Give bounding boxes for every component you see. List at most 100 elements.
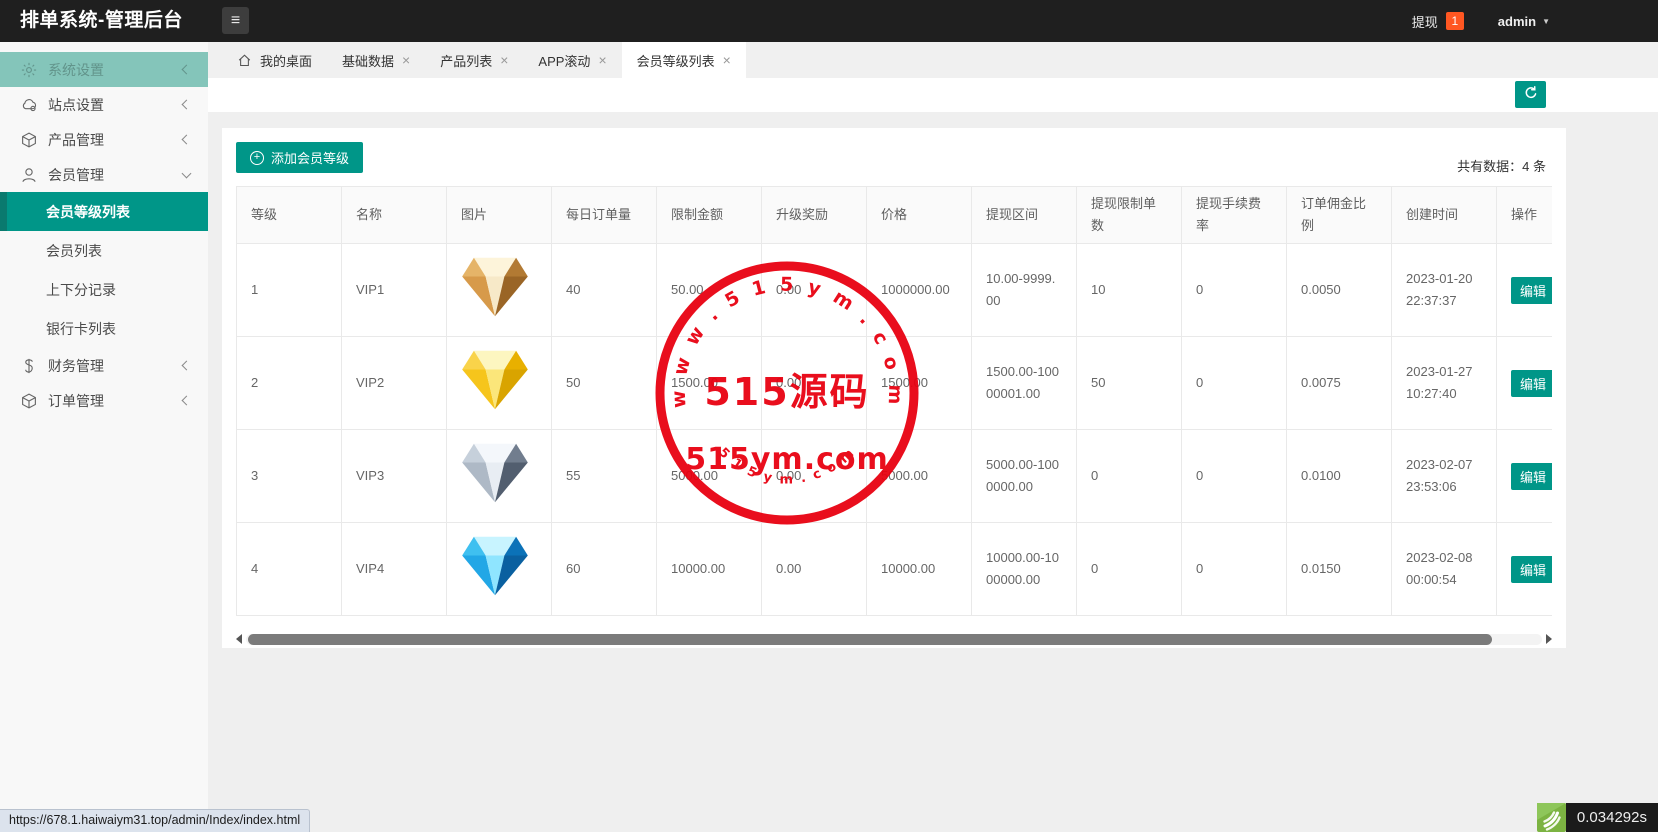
main-area: 我的桌面 基础数据 × 产品列表 × APP滚动 × 会员等级列表 × + 添加会员等级 共有数… <box>208 42 1658 832</box>
table-cell: 1500.00 <box>866 336 972 431</box>
table-cell: VIP1 <box>341 243 447 338</box>
edit-button[interactable]: 编辑 <box>1511 369 1552 397</box>
column-header: 每日订单量 <box>551 186 657 245</box>
tab-my-desktop[interactable]: 我的桌面 <box>222 42 327 78</box>
site-icon <box>20 96 38 114</box>
actions-cell: 编辑 <box>1496 243 1552 338</box>
table-cell: 0 <box>1076 522 1182 617</box>
table-cell: 0.00 <box>761 336 867 431</box>
refresh-icon <box>1523 85 1539 104</box>
add-level-button[interactable]: + 添加会员等级 <box>236 142 364 173</box>
sidebar-item-finance-management[interactable]: 财务管理 <box>0 348 208 383</box>
sidebar-item-product-management[interactable]: 产品管理 <box>0 122 208 157</box>
edit-button[interactable]: 编辑 <box>1511 276 1552 304</box>
sidebar-subitem-member-list[interactable]: 会员列表 <box>0 231 208 270</box>
chevron-left-icon <box>181 99 192 110</box>
edit-button[interactable]: 编辑 <box>1511 555 1552 583</box>
table-cell: 60 <box>551 522 657 617</box>
tab-label: 产品列表 <box>440 53 493 69</box>
gear-icon <box>20 61 38 79</box>
table-cell: 0.0150 <box>1286 522 1392 617</box>
column-header: 订单佣金比例 <box>1286 186 1392 245</box>
close-icon[interactable]: × <box>598 53 606 67</box>
table-cell: 10000.00 <box>656 522 762 617</box>
close-icon[interactable]: × <box>402 53 410 67</box>
card-toolbar: + 添加会员等级 共有数据：4 条 <box>236 142 1552 186</box>
table-row: 1 VIP1 40 50.00 0.00 1000000.00 10.00-9999.00 1… <box>236 243 1552 338</box>
edit-button[interactable]: 编辑 <box>1511 462 1552 490</box>
table-cell: 0.0075 <box>1286 336 1392 431</box>
column-header: 提现限制单数 <box>1076 186 1182 245</box>
menu-toggle-button[interactable]: ≡ <box>222 7 249 34</box>
sidebar-subitem-member-level-list[interactable]: 会员等级列表 <box>0 192 208 231</box>
scroll-left-arrow[interactable] <box>236 634 242 645</box>
table-cell: 10.00-9999.00 <box>971 243 1077 338</box>
chevron-left-icon <box>181 360 192 371</box>
table-cell: 10000.00-1000000.00 <box>971 522 1077 617</box>
table-cell: 0.00 <box>761 243 867 338</box>
scrollbar-track[interactable] <box>246 633 1542 645</box>
chevron-down-icon: ▼ <box>1542 16 1550 26</box>
gem-image-cell <box>446 336 552 431</box>
column-header: 创建时间 <box>1391 186 1497 245</box>
actions-cell: 编辑 <box>1496 429 1552 524</box>
member-levels-table: 等级 名称 图片 每日订单量 限制金额 升级奖励 价格 提现区间 提现限制单数 提现手续费率 订单佣… <box>236 186 1552 617</box>
table-cell: 5000.00 <box>866 429 972 524</box>
vip-gem-image <box>462 443 528 502</box>
refresh-button[interactable] <box>1515 81 1546 108</box>
tab-label: 我的桌面 <box>260 53 313 69</box>
column-header: 升级奖励 <box>761 186 867 245</box>
sidebar-subitem-score-records[interactable]: 上下分记录 <box>0 270 208 309</box>
table-row: 2 VIP2 50 1500.00 0.00 1500.00 1500.00-1000000… <box>236 336 1552 431</box>
table-cell: 2023-01-20 22:37:37 <box>1391 243 1497 338</box>
status-url-tooltip: https://678.1.haiwaiym31.top/admin/Index… <box>0 809 311 832</box>
table-cell: 2023-02-07 23:53:06 <box>1391 429 1497 524</box>
thinkphp-flame-icon <box>1536 803 1566 832</box>
sidebar-item-member-management[interactable]: 会员管理 <box>0 157 208 192</box>
table-cell: 40 <box>551 243 657 338</box>
close-icon[interactable]: × <box>500 53 508 67</box>
table-cell: 0 <box>1181 522 1287 617</box>
column-header: 图片 <box>446 186 552 245</box>
sidebar-item-label: 订单管理 <box>48 392 104 409</box>
user-menu[interactable]: admin ▼ <box>1498 14 1550 29</box>
table-cell: 5000.00-1000000.00 <box>971 429 1077 524</box>
app-title: 排单系统-管理后台 <box>20 10 183 31</box>
table-cell: 10000.00 <box>866 522 972 617</box>
vip-gem-image <box>462 257 528 316</box>
tab-product-list[interactable]: 产品列表 × <box>425 42 523 78</box>
withdraw-link[interactable]: 提现 1 <box>1412 12 1464 31</box>
table-cell: VIP2 <box>341 336 447 431</box>
tab-label: APP滚动 <box>538 53 591 69</box>
chevron-left-icon <box>181 134 192 145</box>
username: admin <box>1497 13 1537 29</box>
sidebar-item-site-settings[interactable]: 站点设置 <box>0 87 208 122</box>
chevron-left-icon <box>181 64 192 75</box>
table-cell: 2023-01-27 10:27:40 <box>1391 336 1497 431</box>
sidebar-item-system-settings[interactable]: 系统设置 <box>0 52 208 87</box>
load-time: 0.034292s <box>1565 803 1658 832</box>
table-cell: 1500.00-10000001.00 <box>971 336 1077 431</box>
scroll-right-arrow[interactable] <box>1546 634 1552 645</box>
sidebar-subitem-bank-card-list[interactable]: 银行卡列表 <box>0 309 208 348</box>
tab-app-scroll[interactable]: APP滚动 × <box>523 42 621 78</box>
sidebar-item-order-management[interactable]: 订单管理 <box>0 383 208 418</box>
table-cell: VIP4 <box>341 522 447 617</box>
tab-label: 会员等级列表 <box>636 53 715 69</box>
tab-member-level-list[interactable]: 会员等级列表 × <box>621 42 746 78</box>
table-cell: 1000000.00 <box>866 243 972 338</box>
table-cell: VIP3 <box>341 429 447 524</box>
scrollbar-thumb[interactable] <box>248 633 1493 645</box>
vip-gem-image <box>462 536 528 595</box>
gem-image-cell <box>446 522 552 617</box>
plus-icon: + <box>250 150 264 165</box>
content-card: + 添加会员等级 共有数据：4 条 等级 名称 图片 每日订单量 限制金额 升级奖励 价格提… <box>222 128 1566 648</box>
table-cell: 5000.00 <box>656 429 762 524</box>
table-cell: 0.00 <box>761 429 867 524</box>
table-cell: 0 <box>1076 429 1182 524</box>
sidebar-item-label: 系统设置 <box>48 61 104 78</box>
table-cell: 0.00 <box>761 522 867 617</box>
tab-basic-data[interactable]: 基础数据 × <box>327 42 425 78</box>
close-icon[interactable]: × <box>723 53 731 67</box>
column-header: 等级 <box>236 186 342 245</box>
